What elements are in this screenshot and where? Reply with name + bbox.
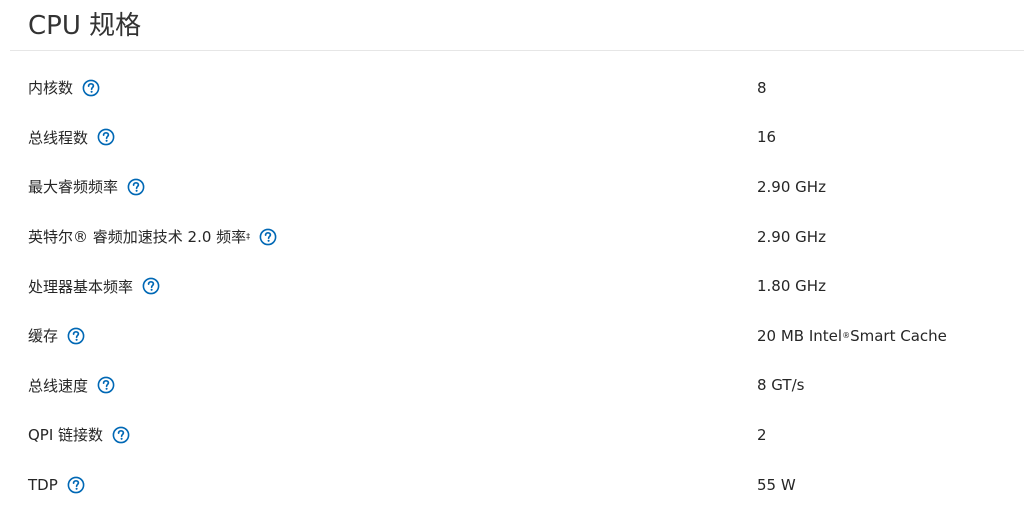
- spec-value: 2: [757, 425, 767, 444]
- title-divider: [10, 50, 1024, 51]
- spec-label: 最大睿频频率: [28, 178, 119, 197]
- spec-label: 英特尔® 睿频加速技术 2.0 频率: [28, 228, 247, 247]
- spec-label: 缓存: [28, 327, 59, 346]
- spec-value: 16: [757, 128, 777, 147]
- spec-label: 总线程数: [28, 128, 89, 147]
- spec-row-threads: 总线程数 16: [0, 113, 1024, 163]
- section-title: CPU 规格: [28, 11, 142, 41]
- spec-value: 1.80 GHz: [757, 277, 826, 296]
- spec-value: 8: [757, 78, 767, 97]
- spec-row-cache: 缓存 20 MB Intel ® Smart Cache: [28, 326, 947, 346]
- spec-row-base-freq: 处理器基本频率 1.80 GHz: [0, 261, 1024, 311]
- spec-row-cores: 内核数 8: [0, 63, 1024, 113]
- spec-label: 内核数: [28, 79, 74, 98]
- spec-row-tdp: TDP 55 W: [0, 460, 1024, 510]
- spec-label: QPI 链接数: [28, 426, 104, 445]
- spec-value: 2.90 GHz: [757, 227, 826, 246]
- help-icon[interactable]: [67, 327, 85, 345]
- help-icon[interactable]: [142, 277, 160, 295]
- spec-label: TDP: [28, 475, 58, 494]
- spec-value: 8 GT/s: [757, 376, 805, 395]
- help-icon[interactable]: [82, 79, 100, 97]
- help-icon[interactable]: [259, 228, 277, 246]
- spec-value-suffix: Smart Cache: [850, 326, 947, 345]
- spec-label: 处理器基本频率: [28, 277, 134, 296]
- spec-value: 20 MB Intel: [757, 326, 843, 345]
- spec-row-bus-speed: 总线速度 8 GT/s: [0, 361, 1024, 411]
- spec-value: 55 W: [757, 475, 796, 494]
- spec-row-max-turbo: 最大睿频频率 2.90 GHz: [0, 162, 1024, 212]
- help-icon[interactable]: [67, 476, 85, 494]
- help-icon[interactable]: [127, 178, 145, 196]
- help-icon[interactable]: [112, 426, 130, 444]
- spec-label: 总线速度: [28, 376, 89, 395]
- spec-row-qpi-links: QPI 链接数 2: [0, 410, 1024, 460]
- spec-list: 内核数 8 总线程数 16 最大睿频频率 2.90 GHz 英特尔® 睿频加速技…: [0, 63, 1024, 509]
- spec-value: 2.90 GHz: [757, 177, 826, 196]
- help-icon[interactable]: [97, 376, 115, 394]
- spec-row-turbo-2: 英特尔® 睿频加速技术 2.0 频率 ‡ 2.90 GHz: [28, 227, 826, 247]
- help-icon[interactable]: [97, 128, 115, 146]
